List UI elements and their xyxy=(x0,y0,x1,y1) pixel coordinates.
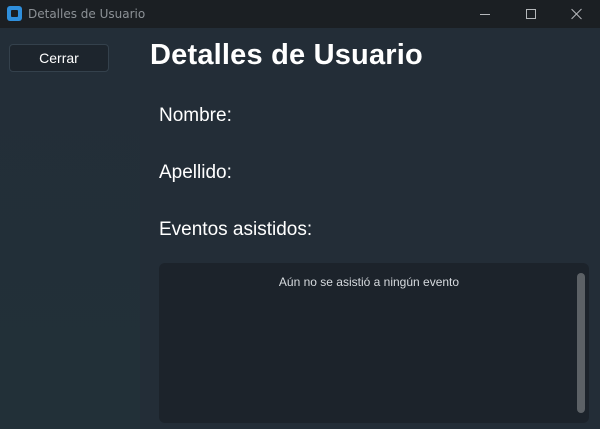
minimize-button[interactable] xyxy=(462,0,508,28)
events-list-panel[interactable]: Aún no se asistió a ningún evento xyxy=(159,263,589,423)
minimize-icon xyxy=(480,13,490,15)
sidebar: Cerrar xyxy=(0,28,140,429)
main-content: Detalles de Usuario Nombre: Apellido: Ev… xyxy=(140,28,600,429)
close-icon xyxy=(571,8,583,20)
empty-events-message: Aún no se asistió a ningún evento xyxy=(278,275,460,289)
close-window-button[interactable] xyxy=(554,0,600,28)
app-icon xyxy=(7,6,22,21)
events-scrollbar[interactable] xyxy=(577,273,585,413)
app-window: Detalles de Usuario Cerrar Detalles de U… xyxy=(0,0,600,429)
eventos-asistidos-label: Eventos asistidos: xyxy=(159,219,313,240)
maximize-button[interactable] xyxy=(508,0,554,28)
maximize-icon xyxy=(526,9,536,19)
cerrar-button[interactable]: Cerrar xyxy=(9,44,109,72)
page-title: Detalles de Usuario xyxy=(150,39,423,71)
apellido-label: Apellido: xyxy=(159,162,232,183)
title-bar[interactable]: Detalles de Usuario xyxy=(0,0,600,28)
window-title: Detalles de Usuario xyxy=(28,7,146,21)
nombre-label: Nombre: xyxy=(159,105,232,126)
